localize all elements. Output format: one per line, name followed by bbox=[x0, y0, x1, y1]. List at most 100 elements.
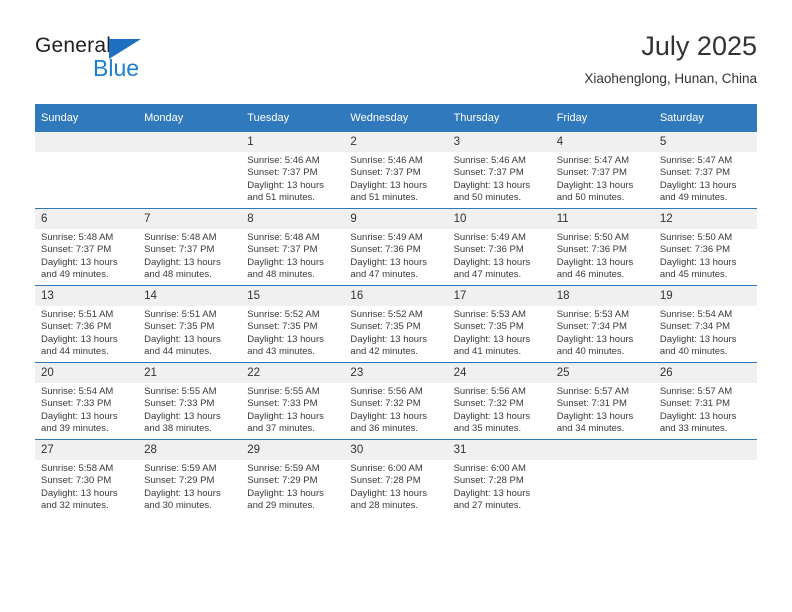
calendar-day-cell[interactable]: 26 Sunrise: 5:57 AM Sunset: 7:31 PM Dayligh… bbox=[653, 362, 757, 440]
day-details: Sunrise: 6:00 AM Sunset: 7:28 PM Daylight:… bbox=[344, 460, 447, 513]
day-details: Sunrise: 5:49 AM Sunset: 7:36 PM Daylight:… bbox=[344, 229, 447, 282]
sunrise-text: Sunrise: 5:50 AM bbox=[659, 232, 733, 243]
sunset-text: Sunset: 7:35 PM bbox=[144, 321, 215, 333]
daylight-text: Daylight: 13 hours and 30 minutes. bbox=[144, 487, 221, 512]
day-number: 12 bbox=[653, 209, 757, 229]
day-details: Sunrise: 5:52 AM Sunset: 7:35 PM Daylight:… bbox=[241, 306, 344, 359]
calendar-day-cell[interactable]: 27 Sunrise: 5:58 AM Sunset: 7:30 PM Dayligh… bbox=[35, 439, 139, 516]
day-number: 27 bbox=[35, 440, 139, 460]
daylight-text: Daylight: 13 hours and 51 minutes. bbox=[247, 179, 324, 204]
calendar-day-cell[interactable]: 2 Sunrise: 5:46 AM Sunset: 7:37 PM Daylight… bbox=[344, 132, 448, 209]
calendar-day-cell[interactable]: 17 Sunrise: 5:53 AM Sunset: 7:35 PM Dayligh… bbox=[447, 285, 551, 363]
calendar-day-cell[interactable]: 28 Sunrise: 5:59 AM Sunset: 7:29 PM Dayligh… bbox=[138, 439, 242, 516]
sunrise-text: Sunrise: 5:47 AM bbox=[556, 155, 630, 166]
day-details: Sunrise: 5:55 AM Sunset: 7:33 PM Daylight:… bbox=[241, 383, 344, 436]
sunrise-text: Sunrise: 6:00 AM bbox=[350, 463, 423, 474]
sunset-text: Sunset: 7:29 PM bbox=[247, 475, 318, 487]
sunrise-text: Sunrise: 5:56 AM bbox=[350, 386, 423, 397]
sunrise-text: Sunrise: 5:55 AM bbox=[247, 386, 320, 397]
day-number: 7 bbox=[138, 209, 242, 229]
day-number bbox=[550, 440, 654, 460]
sunset-text: Sunset: 7:37 PM bbox=[247, 244, 318, 256]
calendar-day-cell[interactable]: 13 Sunrise: 5:51 AM Sunset: 7:36 PM Dayligh… bbox=[35, 285, 139, 363]
day-number: 26 bbox=[653, 363, 757, 383]
day-number: 2 bbox=[344, 132, 448, 152]
sunset-text: Sunset: 7:37 PM bbox=[659, 167, 731, 179]
weekday-header-row: Sunday Monday Tuesday Wednesday Thursday… bbox=[35, 104, 757, 132]
sunrise-text: Sunrise: 5:56 AM bbox=[453, 386, 526, 397]
day-number: 28 bbox=[138, 440, 242, 460]
sunrise-text: Sunrise: 5:51 AM bbox=[41, 309, 114, 320]
day-number: 19 bbox=[653, 286, 757, 306]
sunset-text: Sunset: 7:32 PM bbox=[453, 398, 524, 410]
sunrise-text: Sunrise: 5:57 AM bbox=[556, 386, 630, 397]
day-details: Sunrise: 5:51 AM Sunset: 7:35 PM Daylight:… bbox=[138, 306, 241, 359]
daylight-text: Daylight: 13 hours and 40 minutes. bbox=[659, 333, 737, 358]
day-number: 5 bbox=[653, 132, 757, 152]
calendar-day-cell[interactable]: 23 Sunrise: 5:56 AM Sunset: 7:32 PM Dayligh… bbox=[344, 362, 448, 440]
day-number: 15 bbox=[241, 286, 345, 306]
sunrise-text: Sunrise: 5:47 AM bbox=[659, 155, 733, 166]
daylight-text: Daylight: 13 hours and 27 minutes. bbox=[453, 487, 531, 512]
day-number: 31 bbox=[447, 440, 551, 460]
day-number: 3 bbox=[447, 132, 551, 152]
calendar-day-cell[interactable]: 4 Sunrise: 5:47 AM Sunset: 7:37 PM Daylight… bbox=[550, 132, 654, 209]
calendar-day-cell[interactable]: 3 Sunrise: 5:46 AM Sunset: 7:37 PM Daylight… bbox=[447, 132, 551, 209]
day-details: Sunrise: 5:50 AM Sunset: 7:36 PM Daylight:… bbox=[654, 229, 757, 282]
calendar-day-cell[interactable]: 9 Sunrise: 5:49 AM Sunset: 7:36 PM Daylight… bbox=[344, 208, 448, 286]
calendar-day-cell[interactable]: 20 Sunrise: 5:54 AM Sunset: 7:33 PM Dayligh… bbox=[35, 362, 139, 440]
sunrise-text: Sunrise: 5:51 AM bbox=[144, 309, 217, 320]
calendar-day-cell[interactable]: 16 Sunrise: 5:52 AM Sunset: 7:35 PM Dayligh… bbox=[344, 285, 448, 363]
calendar-day-cell[interactable]: 7 Sunrise: 5:48 AM Sunset: 7:37 PM Daylight… bbox=[138, 208, 242, 286]
sunset-text: Sunset: 7:32 PM bbox=[350, 398, 421, 410]
calendar-day-cell[interactable]: 22 Sunrise: 5:55 AM Sunset: 7:33 PM Dayligh… bbox=[241, 362, 345, 440]
day-number: 1 bbox=[241, 132, 345, 152]
sunset-text: Sunset: 7:34 PM bbox=[659, 321, 731, 333]
sunrise-text: Sunrise: 5:48 AM bbox=[247, 232, 320, 243]
daylight-text: Daylight: 13 hours and 45 minutes. bbox=[659, 256, 737, 281]
sunset-text: Sunset: 7:36 PM bbox=[659, 244, 731, 256]
calendar-day-cell[interactable]: 24 Sunrise: 5:56 AM Sunset: 7:32 PM Dayligh… bbox=[447, 362, 551, 440]
day-details: Sunrise: 5:48 AM Sunset: 7:37 PM Daylight:… bbox=[35, 229, 138, 282]
daylight-text: Daylight: 13 hours and 42 minutes. bbox=[350, 333, 427, 358]
day-details: Sunrise: 5:47 AM Sunset: 7:37 PM Daylight:… bbox=[654, 152, 757, 205]
calendar-day-cell[interactable]: 25 Sunrise: 5:57 AM Sunset: 7:31 PM Dayligh… bbox=[550, 362, 654, 440]
sunset-text: Sunset: 7:36 PM bbox=[41, 321, 112, 333]
daylight-text: Daylight: 13 hours and 48 minutes. bbox=[247, 256, 324, 281]
daylight-text: Daylight: 13 hours and 34 minutes. bbox=[556, 410, 634, 435]
calendar-day-cell[interactable]: 8 Sunrise: 5:48 AM Sunset: 7:37 PM Daylight… bbox=[241, 208, 345, 286]
daylight-text: Daylight: 13 hours and 41 minutes. bbox=[453, 333, 531, 358]
day-number: 9 bbox=[344, 209, 448, 229]
daylight-text: Daylight: 13 hours and 29 minutes. bbox=[247, 487, 324, 512]
calendar-day-cell[interactable]: 1 Sunrise: 5:46 AM Sunset: 7:37 PM Daylight… bbox=[241, 132, 345, 209]
day-number: 23 bbox=[344, 363, 448, 383]
calendar-day-cell[interactable]: 15 Sunrise: 5:52 AM Sunset: 7:35 PM Dayligh… bbox=[241, 285, 345, 363]
calendar-day-cell[interactable]: 31 Sunrise: 6:00 AM Sunset: 7:28 PM Dayligh… bbox=[447, 439, 551, 516]
calendar-day-cell[interactable]: 14 Sunrise: 5:51 AM Sunset: 7:35 PM Dayligh… bbox=[138, 285, 242, 363]
sunset-text: Sunset: 7:37 PM bbox=[247, 167, 318, 179]
day-details: Sunrise: 5:46 AM Sunset: 7:37 PM Daylight:… bbox=[344, 152, 447, 205]
weekday-header-thursday: Thursday bbox=[447, 104, 551, 132]
calendar-day-cell[interactable]: 5 Sunrise: 5:47 AM Sunset: 7:37 PM Daylight… bbox=[653, 132, 757, 209]
calendar-day-cell[interactable]: 29 Sunrise: 5:59 AM Sunset: 7:29 PM Dayligh… bbox=[241, 439, 345, 516]
day-details: Sunrise: 5:52 AM Sunset: 7:35 PM Daylight:… bbox=[344, 306, 447, 359]
calendar-week-row: 6 Sunrise: 5:48 AM Sunset: 7:37 PM Daylight… bbox=[35, 208, 757, 286]
calendar-day-cell[interactable]: 30 Sunrise: 6:00 AM Sunset: 7:28 PM Dayligh… bbox=[344, 439, 448, 516]
calendar-day-cell[interactable]: 21 Sunrise: 5:55 AM Sunset: 7:33 PM Dayligh… bbox=[138, 362, 242, 440]
calendar-day-cell[interactable]: 19 Sunrise: 5:54 AM Sunset: 7:34 PM Dayligh… bbox=[653, 285, 757, 363]
page-header: General Blue July 2025 Xiaohenglong, Hun… bbox=[35, 30, 757, 92]
sunset-text: Sunset: 7:30 PM bbox=[41, 475, 112, 487]
calendar-day-cell[interactable]: 10 Sunrise: 5:49 AM Sunset: 7:36 PM Dayligh… bbox=[447, 208, 551, 286]
day-details: Sunrise: 5:53 AM Sunset: 7:35 PM Daylight:… bbox=[448, 306, 551, 359]
sunrise-text: Sunrise: 5:58 AM bbox=[41, 463, 114, 474]
sunrise-text: Sunrise: 5:52 AM bbox=[247, 309, 320, 320]
calendar-day-cell[interactable]: 11 Sunrise: 5:50 AM Sunset: 7:36 PM Dayligh… bbox=[550, 208, 654, 286]
calendar-week-row: 27 Sunrise: 5:58 AM Sunset: 7:30 PM Dayligh… bbox=[35, 439, 757, 516]
general-blue-logo[interactable]: General Blue bbox=[35, 34, 165, 86]
sunrise-text: Sunrise: 5:54 AM bbox=[659, 309, 733, 320]
calendar-header-row: Sunday Monday Tuesday Wednesday Thursday… bbox=[35, 104, 757, 132]
calendar-day-cell[interactable]: 18 Sunrise: 5:53 AM Sunset: 7:34 PM Dayligh… bbox=[550, 285, 654, 363]
calendar-day-cell[interactable]: 6 Sunrise: 5:48 AM Sunset: 7:37 PM Daylight… bbox=[35, 208, 139, 286]
calendar-day-cell[interactable]: 12 Sunrise: 5:50 AM Sunset: 7:36 PM Dayligh… bbox=[653, 208, 757, 286]
day-number: 16 bbox=[344, 286, 448, 306]
